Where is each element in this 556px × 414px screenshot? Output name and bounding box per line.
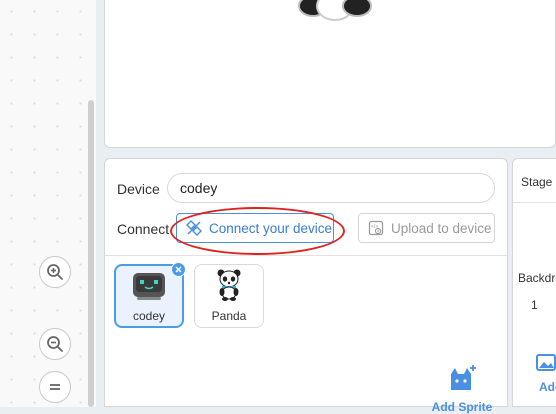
- stage-title: Stage: [521, 175, 553, 189]
- sprite-panel-divider: [105, 255, 507, 256]
- sprite-name: codey: [132, 309, 166, 323]
- stage-panel[interactable]: Stage Backdrops 1 Add Backdrop: [512, 158, 556, 407]
- add-backdrop-label[interactable]: Add Backdrop: [539, 380, 556, 394]
- sprite-card-panda[interactable]: Panda: [194, 264, 264, 328]
- close-icon: [175, 266, 182, 273]
- zoom-in-icon: [47, 264, 63, 280]
- connect-label: Connect: [117, 221, 170, 237]
- upload-to-device-label: Upload to device: [391, 220, 492, 236]
- delete-sprite-button[interactable]: [171, 262, 186, 277]
- backdrops-label: Backdrops: [518, 271, 556, 285]
- add-sprite-label: Add Sprite: [431, 400, 493, 414]
- stage-panel-divider: [513, 202, 556, 203]
- stage-canvas[interactable]: [104, 0, 556, 148]
- zoom-in-button[interactable]: [39, 256, 71, 288]
- equals-icon: [50, 384, 60, 390]
- backdrop-count: 1: [531, 298, 538, 312]
- annotation-highlight-circle: [170, 207, 345, 255]
- sprite-card-codey[interactable]: codey: [114, 262, 186, 328]
- device-label: Device: [117, 181, 160, 197]
- zoom-out-icon: [47, 336, 63, 352]
- upload-icon: </>: [368, 220, 384, 236]
- panel-gutter: [96, 0, 104, 407]
- cat-add-icon: [451, 365, 476, 390]
- code-area[interactable]: [0, 0, 96, 407]
- upload-to-device-button[interactable]: </> Upload to device: [358, 213, 495, 243]
- codey-robot-icon: [133, 273, 165, 300]
- code-area-scrollbar[interactable]: [88, 100, 94, 407]
- sprite-name: Panda: [211, 309, 247, 323]
- zoom-out-button[interactable]: [39, 328, 71, 360]
- zoom-reset-button[interactable]: [39, 371, 71, 403]
- sprite-panel: Device codey Connect Connect your device…: [104, 158, 508, 414]
- panda-icon: [217, 269, 241, 301]
- add-backdrop-icon[interactable]: [535, 351, 556, 373]
- panda-sprite-on-stage[interactable]: [295, 0, 375, 24]
- device-field[interactable]: codey: [167, 173, 495, 203]
